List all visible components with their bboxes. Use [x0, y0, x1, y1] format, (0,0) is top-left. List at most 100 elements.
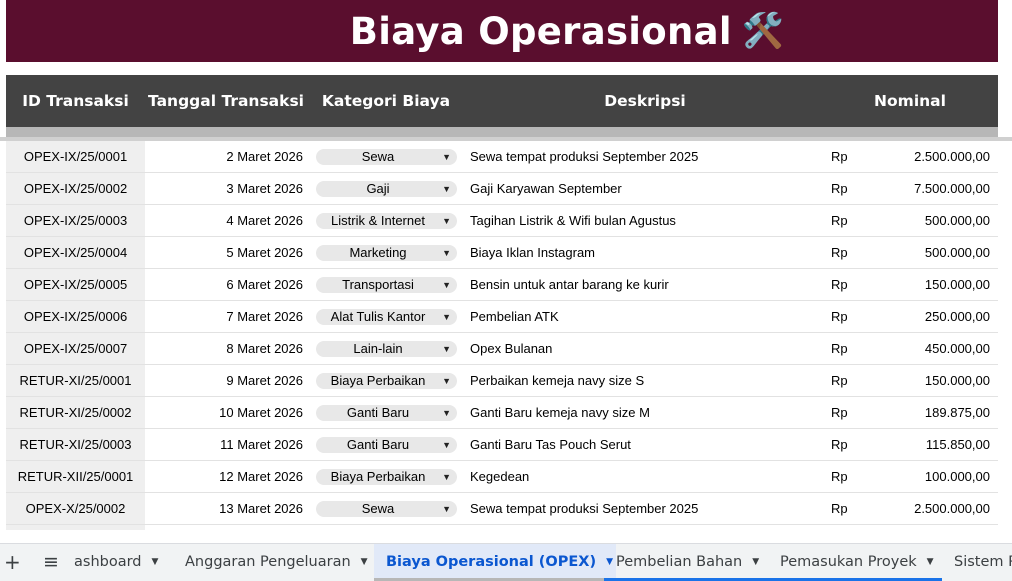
dropdown-caret-icon[interactable]: ▼	[442, 213, 451, 229]
cell-description[interactable]: Perbaikan kemeja navy size S	[470, 365, 644, 396]
category-dropdown-chip[interactable]: Listrik & Internet ▼	[316, 213, 457, 229]
category-dropdown-chip[interactable]: Alat Tulis Kantor ▼	[316, 309, 457, 325]
dropdown-caret-icon[interactable]: ▼	[442, 181, 451, 197]
cell-currency[interactable]: Rp	[831, 205, 848, 236]
cell-currency[interactable]: Rp	[831, 173, 848, 204]
dropdown-caret-icon[interactable]: ▼	[442, 309, 451, 325]
cell-id[interactable]: OPEX-IX/25/0004	[6, 237, 145, 268]
dropdown-caret-icon[interactable]: ▼	[442, 277, 451, 293]
cell-date[interactable]: 9 Maret 2026	[145, 365, 303, 396]
cell-description[interactable]: Sewa tempat produksi September 2025	[470, 493, 698, 524]
cell-date[interactable]: 10 Maret 2026	[145, 397, 303, 428]
dropdown-caret-icon[interactable]: ▼	[442, 501, 451, 517]
dropdown-caret-icon[interactable]: ▼	[927, 557, 934, 567]
cell-description[interactable]: Opex Bulanan	[470, 333, 552, 364]
cell-amount[interactable]: 2.500.000,00	[856, 141, 990, 172]
cell-date[interactable]: 4 Maret 2026	[145, 205, 303, 236]
cell-amount[interactable]: 7.500.000,00	[856, 173, 990, 204]
category-dropdown-chip[interactable]: Marketing ▼	[316, 245, 457, 261]
dropdown-caret-icon[interactable]: ▼	[442, 373, 451, 389]
category-dropdown-chip[interactable]: Transportasi ▼	[316, 277, 457, 293]
cell-currency[interactable]: Rp	[831, 141, 848, 172]
tab-pembelian-bahan[interactable]: Pembelian Bahan ▼	[604, 544, 759, 581]
cell-date[interactable]: 7 Maret 2026	[145, 301, 303, 332]
cell-date[interactable]: 3 Maret 2026	[145, 173, 303, 204]
cell-currency[interactable]: Rp	[831, 237, 848, 268]
cell-id[interactable]: OPEX-IX/25/0006	[6, 301, 145, 332]
all-sheets-menu-icon[interactable]: ≡	[43, 544, 59, 581]
cell-id[interactable]: RETUR-XI/25/0003	[6, 429, 145, 460]
cell-description[interactable]: Tagihan Listrik & Wifi bulan Agustus	[470, 205, 676, 236]
category-dropdown-chip[interactable]: Biaya Perbaikan ▼	[316, 373, 457, 389]
cell-id[interactable]: RETUR-XI/25/0001	[6, 365, 145, 396]
category-dropdown-chip[interactable]: Sewa ▼	[316, 501, 457, 517]
dropdown-caret-icon[interactable]: ▼	[361, 557, 368, 567]
cell-date[interactable]: 8 Maret 2026	[145, 333, 303, 364]
header-date[interactable]: Tanggal Transaksi	[145, 75, 307, 127]
cell-date[interactable]: 11 Maret 2026	[145, 429, 303, 460]
cell-date[interactable]: 5 Maret 2026	[145, 237, 303, 268]
cell-id[interactable]: OPEX-IX/25/0007	[6, 333, 145, 364]
cell-currency[interactable]: Rp	[831, 397, 848, 428]
cell-date[interactable]: 12 Maret 2026	[145, 461, 303, 492]
cell-description[interactable]: Pembelian ATK	[470, 301, 559, 332]
cell-description[interactable]: Ganti Baru kemeja navy size M	[470, 397, 650, 428]
tab-biaya-operasional[interactable]: Biaya Operasional (OPEX) ▼	[374, 544, 616, 581]
cell-description[interactable]: Bensin untuk antar barang ke kurir	[470, 269, 669, 300]
cell-id[interactable]: OPEX-IX/25/0005	[6, 269, 145, 300]
cell-id[interactable]: OPEX-IX/25/0003	[6, 205, 145, 236]
header-category[interactable]: Kategori Biaya	[307, 75, 465, 127]
category-dropdown-chip[interactable]: Ganti Baru ▼	[316, 405, 457, 421]
cell-date[interactable]: 13 Maret 2026	[145, 493, 303, 524]
cell-id[interactable]: OPEX-IX/25/0001	[6, 141, 145, 172]
tab-dashboard[interactable]: ashboard ▼	[62, 544, 158, 581]
cell-currency[interactable]: Rp	[831, 269, 848, 300]
cell-amount[interactable]: 500.000,00	[856, 205, 990, 236]
category-dropdown-chip[interactable]: Lain-lain ▼	[316, 341, 457, 357]
dropdown-caret-icon[interactable]: ▼	[752, 557, 759, 567]
dropdown-caret-icon[interactable]: ▼	[442, 437, 451, 453]
dropdown-caret-icon[interactable]: ▼	[442, 149, 451, 165]
dropdown-caret-icon[interactable]: ▼	[442, 405, 451, 421]
dropdown-caret-icon[interactable]: ▼	[442, 469, 451, 485]
cell-amount[interactable]: 450.000,00	[856, 333, 990, 364]
cell-amount[interactable]: 2.500.000,00	[856, 493, 990, 524]
cell-amount[interactable]: 150.000,00	[856, 365, 990, 396]
cell-id[interactable]: OPEX-IX/25/0002	[6, 173, 145, 204]
cell-id[interactable]: RETUR-XII/25/0001	[6, 461, 145, 492]
category-dropdown-chip[interactable]: Biaya Perbaikan ▼	[316, 469, 457, 485]
cell-amount[interactable]: 189.875,00	[856, 397, 990, 428]
header-id[interactable]: ID Transaksi	[6, 75, 145, 127]
cell-id[interactable]: OPEX-X/25/0002	[6, 493, 145, 524]
cell-date[interactable]: 2 Maret 2026	[145, 141, 303, 172]
cell-currency[interactable]: Rp	[831, 429, 848, 460]
cell-date[interactable]: 6 Maret 2026	[145, 269, 303, 300]
tab-pemasukan-proyek[interactable]: Pemasukan Proyek ▼	[768, 544, 934, 581]
cell-amount[interactable]: 115.850,00	[856, 429, 990, 460]
cell-amount[interactable]: 500.000,00	[856, 237, 990, 268]
cell-currency[interactable]: Rp	[831, 333, 848, 364]
header-description[interactable]: Deskripsi	[465, 75, 825, 127]
tab-sistem[interactable]: Sistem P	[942, 544, 1012, 581]
plus-icon[interactable]: +	[4, 544, 21, 581]
cell-amount[interactable]: 100.000,00	[856, 461, 990, 492]
cell-description[interactable]: Kegedean	[470, 461, 529, 492]
cell-currency[interactable]: Rp	[831, 301, 848, 332]
cell-currency[interactable]: Rp	[831, 493, 848, 524]
dropdown-caret-icon[interactable]: ▼	[442, 341, 451, 357]
cell-description[interactable]: Biaya Iklan Instagram	[470, 237, 595, 268]
dropdown-caret-icon[interactable]: ▼	[152, 557, 159, 567]
category-dropdown-chip[interactable]: Gaji ▼	[316, 181, 457, 197]
cell-currency[interactable]: Rp	[831, 365, 848, 396]
cell-currency[interactable]: Rp	[831, 461, 848, 492]
cell-amount[interactable]: 250.000,00	[856, 301, 990, 332]
cell-description[interactable]: Ganti Baru Tas Pouch Serut	[470, 429, 631, 460]
cell-id[interactable]: RETUR-XI/25/0002	[6, 397, 145, 428]
tab-anggaran-pengeluaran[interactable]: Anggaran Pengeluaran ▼	[173, 544, 368, 581]
category-dropdown-chip[interactable]: Sewa ▼	[316, 149, 457, 165]
category-dropdown-chip[interactable]: Ganti Baru ▼	[316, 437, 457, 453]
cell-amount[interactable]: 150.000,00	[856, 269, 990, 300]
dropdown-caret-icon[interactable]: ▼	[442, 245, 451, 261]
header-amount[interactable]: Nominal	[825, 75, 995, 127]
cell-description[interactable]: Gaji Karyawan September	[470, 173, 622, 204]
